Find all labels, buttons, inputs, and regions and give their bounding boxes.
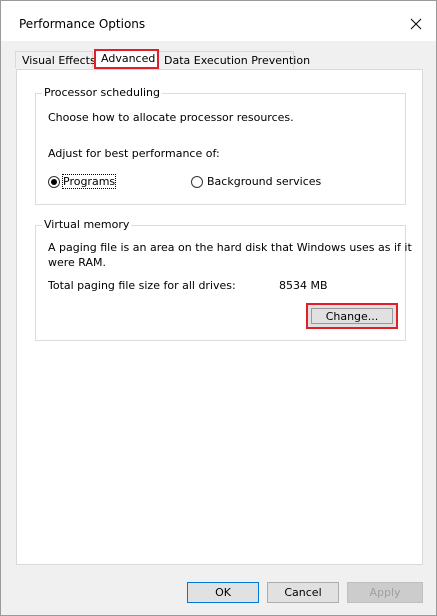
change-button[interactable]: Change... [306, 303, 398, 329]
title-bar: Performance Options [1, 1, 436, 41]
ok-button[interactable]: OK [187, 582, 259, 603]
adjust-performance-label: Adjust for best performance of: [48, 147, 220, 160]
radio-programs[interactable]: Programs [48, 174, 138, 190]
close-button[interactable] [402, 11, 430, 37]
radio-background-services-indicator[interactable] [191, 176, 203, 188]
total-paging-file-label: Total paging file size for all drives: [48, 279, 236, 292]
virtual-memory-group: Virtual memory A paging file is an area … [35, 218, 412, 341]
processor-scheduling-title: Processor scheduling [42, 86, 163, 99]
change-button-label: Change... [311, 308, 393, 324]
virtual-memory-description-line2: were RAM. [48, 256, 107, 269]
tab-advanced[interactable]: Advanced [94, 49, 159, 69]
cancel-button[interactable]: Cancel [267, 582, 339, 603]
window-title: Performance Options [19, 17, 146, 31]
processor-scheduling-description: Choose how to allocate processor resourc… [48, 111, 294, 124]
total-paging-file-value: 8534 MB [279, 279, 328, 292]
virtual-memory-title: Virtual memory [42, 218, 132, 231]
performance-options-window: Performance Options Visual Effects Advan… [0, 0, 437, 616]
close-icon [410, 18, 422, 30]
apply-button[interactable]: Apply [347, 582, 423, 603]
radio-programs-indicator[interactable] [48, 176, 60, 188]
tab-data-execution-prevention[interactable]: Data Execution Prevention [157, 51, 310, 68]
radio-background-services-label: Background services [207, 175, 322, 188]
processor-scheduling-group: Processor scheduling Choose how to alloc… [35, 86, 406, 205]
radio-background-services[interactable]: Background services [191, 174, 331, 190]
advanced-tab-panel: Processor scheduling Choose how to alloc… [16, 69, 423, 565]
virtual-memory-description-line1: A paging file is an area on the hard dis… [48, 241, 412, 254]
tab-visual-effects[interactable]: Visual Effects [15, 51, 96, 68]
radio-programs-label: Programs [61, 174, 117, 189]
